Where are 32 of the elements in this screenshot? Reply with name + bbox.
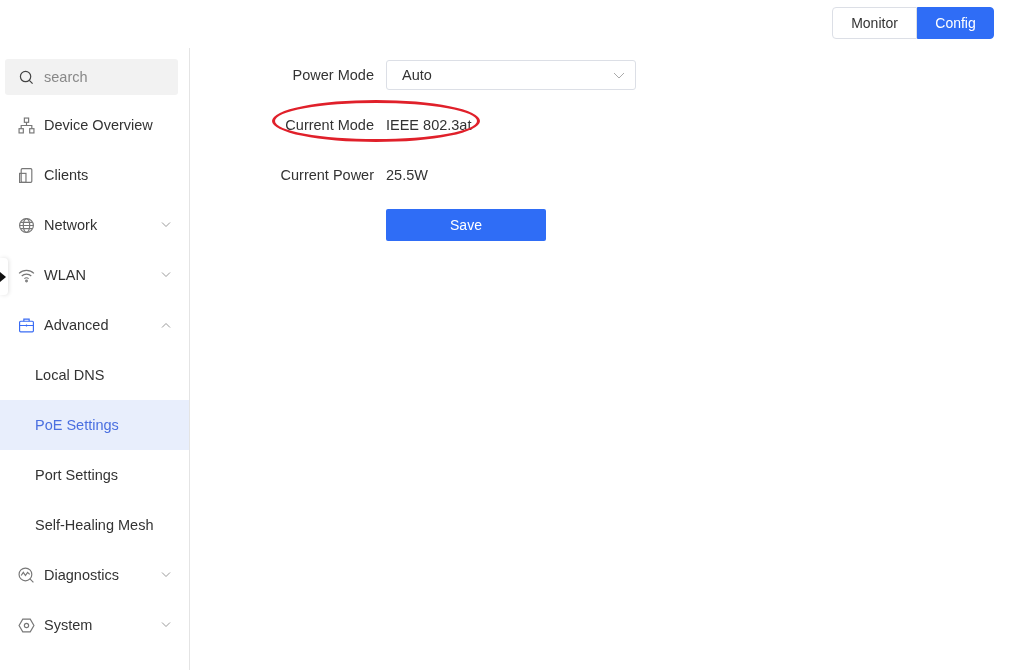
- sidebar-item[interactable]: WLAN: [8, 250, 189, 300]
- sidebar-item[interactable]: Network: [8, 200, 189, 250]
- field-label: Current Mode: [284, 117, 374, 133]
- save-button[interactable]: Save: [386, 209, 546, 241]
- power-mode-select[interactable]: Auto: [386, 60, 636, 90]
- collapse-handle[interactable]: [0, 258, 8, 295]
- chart-icon: [18, 566, 35, 584]
- sidebar-item[interactable]: Device Overview: [8, 100, 189, 150]
- view-tab[interactable]: Monitor: [832, 7, 917, 39]
- chevron-down-icon: [613, 71, 625, 79]
- briefcase-icon: [18, 316, 35, 334]
- sidebar-subitem[interactable]: PoE Settings: [0, 400, 189, 450]
- sidebar-subitem[interactable]: Local DNS: [0, 350, 189, 400]
- field-value: IEEE 802.3at: [386, 117, 472, 133]
- search-field[interactable]: search: [5, 59, 178, 95]
- search-input[interactable]: search: [44, 59, 178, 95]
- sidebar-item[interactable]: System: [8, 600, 189, 650]
- sidebar-item[interactable]: Advanced: [8, 300, 189, 350]
- sidebar-item[interactable]: Diagnostics: [8, 550, 189, 600]
- field-label: Current Power: [279, 167, 374, 183]
- triangle-icon: [0, 271, 6, 282]
- field-value: 25.5W: [386, 167, 428, 183]
- tablet-icon: [18, 166, 35, 184]
- sidebar-subitem[interactable]: Self-Healing Mesh: [0, 500, 189, 550]
- field-label: Power Mode: [291, 67, 374, 83]
- hexagon-icon: [18, 616, 35, 634]
- network-icon: [18, 116, 35, 134]
- view-tab[interactable]: Config: [917, 7, 994, 39]
- sidebar-item[interactable]: Clients: [8, 150, 189, 200]
- search-icon: [19, 69, 34, 85]
- sidebar-subitem[interactable]: Port Settings: [0, 450, 189, 500]
- globe-icon: [18, 216, 35, 234]
